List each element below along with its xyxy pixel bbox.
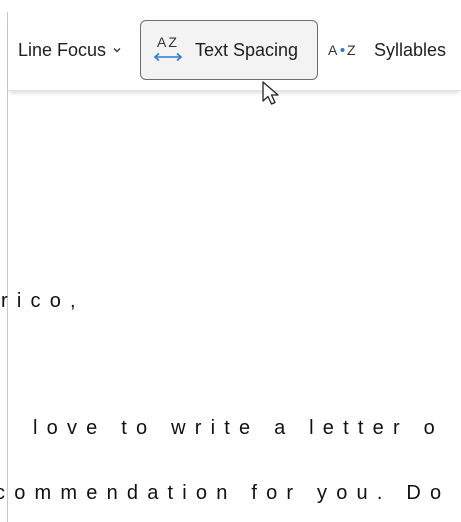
- text-spacing-icon: AZ: [153, 34, 183, 62]
- document-text-line: commendation for you. Do: [0, 482, 451, 504]
- svg-text:A: A: [328, 42, 338, 58]
- text-spacing-button[interactable]: AZ Text Spacing: [140, 20, 318, 80]
- mouse-pointer-icon: [262, 81, 279, 105]
- syllables-icon: A Z: [328, 42, 356, 58]
- line-focus-button[interactable]: Line Focus: [18, 20, 122, 80]
- immersive-reader-toolbar: Line Focus AZ Text Spacing A Z Syllables: [8, 12, 461, 91]
- svg-text:Z: Z: [347, 42, 356, 58]
- chevron-down-icon: [113, 48, 121, 53]
- syllables-label: Syllables: [374, 39, 447, 60]
- document-text-line: rico,: [1, 290, 85, 312]
- line-focus-label: Line Focus: [18, 39, 107, 60]
- syllables-button[interactable]: A Z Syllables: [328, 20, 446, 80]
- text-spacing-label: Text Spacing: [195, 39, 299, 60]
- text-spacing-icon-letters: AZ: [157, 34, 179, 50]
- document-text-line: love to write a letter o: [33, 417, 444, 439]
